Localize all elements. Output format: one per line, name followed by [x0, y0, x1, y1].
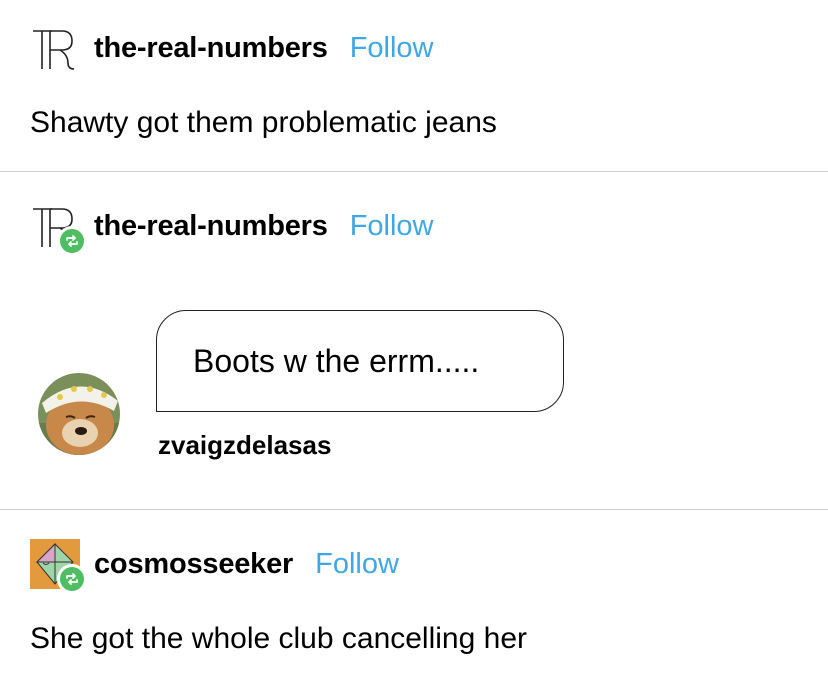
asker-username[interactable]: zvaigzdelasas [158, 430, 331, 461]
post-header: cosmosseeker Follow [30, 537, 399, 594]
username[interactable]: the-real-numbers [94, 32, 328, 65]
avatar[interactable] [30, 23, 80, 73]
follow-button[interactable]: Follow [350, 210, 434, 243]
ask-question: Boots w the errm..... [193, 342, 480, 379]
reblog-badge [57, 226, 87, 256]
reblog-icon [66, 235, 78, 247]
follow-button[interactable]: Follow [350, 32, 434, 65]
tr-monogram-icon [30, 23, 80, 73]
reblog-badge [57, 564, 87, 594]
post-text: She got the whole club cancelling her [30, 622, 527, 655]
post-header: the-real-numbers Follow [30, 21, 434, 75]
asker-avatar[interactable] [38, 373, 120, 455]
divider [0, 509, 828, 510]
ask-bubble: Boots w the errm..... [156, 310, 564, 412]
avatar[interactable] [30, 539, 87, 594]
username[interactable]: cosmosseeker [94, 548, 293, 581]
divider [0, 171, 828, 172]
reblog-icon [66, 573, 78, 585]
follow-button[interactable]: Follow [315, 548, 399, 581]
post-text: Shawty got them problematic jeans [30, 106, 497, 139]
post-header: the-real-numbers Follow [30, 199, 434, 256]
dog-avatar-icon [38, 373, 120, 455]
avatar[interactable] [30, 201, 87, 256]
username[interactable]: the-real-numbers [94, 210, 328, 243]
